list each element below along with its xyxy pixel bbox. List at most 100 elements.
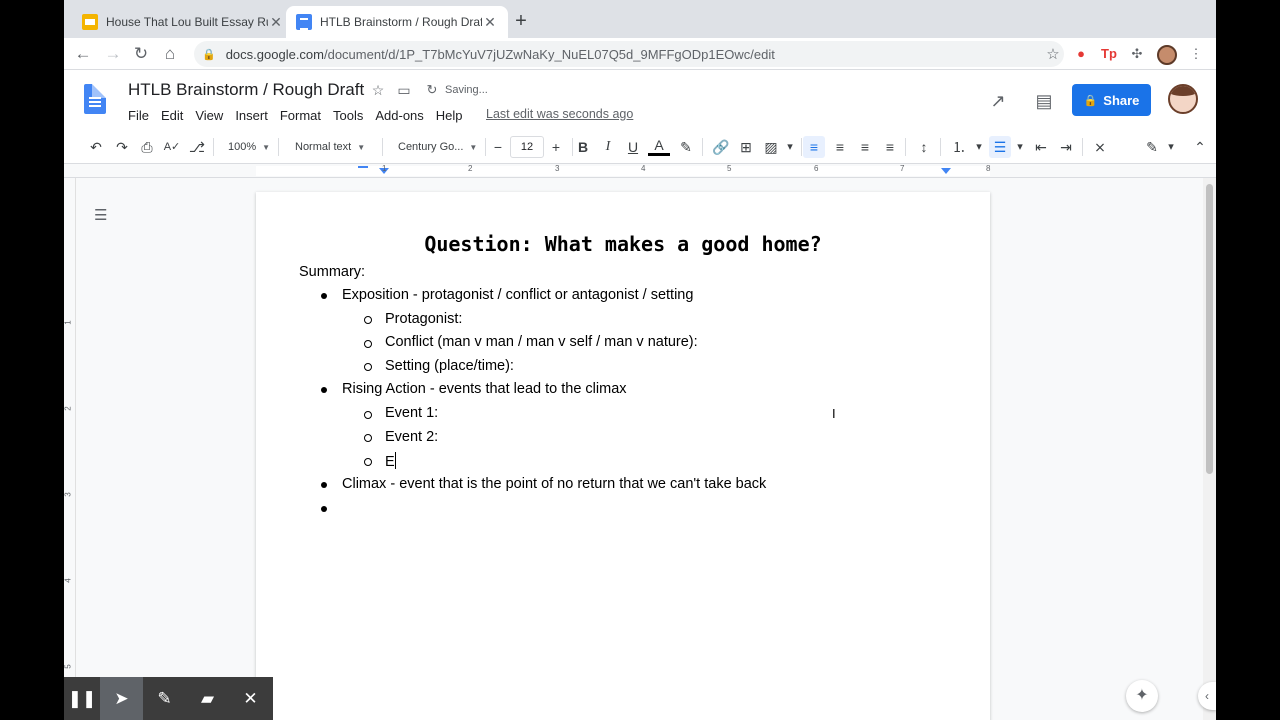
justify-icon[interactable]: ≡ <box>879 136 901 158</box>
style-select[interactable]: Normal text ▼ <box>295 136 365 158</box>
lock-icon: 🔒 <box>1083 94 1098 107</box>
explore-icon[interactable]: ✦ <box>1126 680 1158 712</box>
right-indent-marker[interactable] <box>941 168 951 174</box>
align-right-icon[interactable]: ≡ <box>854 136 876 158</box>
back-icon[interactable]: ← <box>72 43 94 65</box>
print-icon[interactable]: ⎙ <box>136 136 158 158</box>
menu-tools[interactable]: Tools <box>327 106 369 125</box>
document-page[interactable]: Question: What makes a good home? Summar… <box>256 192 990 720</box>
menu-view[interactable]: View <box>189 106 229 125</box>
extension-tp-icon[interactable]: Tp <box>1100 45 1118 63</box>
list-item-event-3[interactable]: E <box>385 452 397 470</box>
underline-icon[interactable]: U <box>622 136 644 158</box>
ruler-number: 2 <box>64 406 73 411</box>
lock-icon: 🔒 <box>202 48 216 61</box>
bullet-circle <box>364 434 372 442</box>
document-heading[interactable]: Question: What makes a good home? <box>256 232 990 256</box>
chevron-down-icon[interactable]: ▾ <box>779 136 801 158</box>
avatar[interactable] <box>1157 45 1177 65</box>
redo-icon[interactable]: ↷ <box>111 136 133 158</box>
chevron-down-icon[interactable]: ▾ <box>1009 136 1031 158</box>
pointer-icon[interactable]: ➤ <box>100 677 143 720</box>
address-bar[interactable]: 🔒 docs.google.com/document/d/1P_T7bMcYuV… <box>194 41 1064 67</box>
move-folder-icon[interactable]: ▭ <box>395 82 413 99</box>
collapse-menus-icon[interactable]: ⌃ <box>1189 136 1211 158</box>
line-spacing-icon[interactable]: ↕ <box>913 136 935 158</box>
tab-house-that-lou-built[interactable]: House That Lou Built Essay Ru ✕ <box>72 6 294 38</box>
document-outline-icon[interactable]: ☰ <box>94 206 112 224</box>
close-icon[interactable]: ✕ <box>229 677 272 720</box>
reload-icon[interactable]: ↻ <box>130 43 152 65</box>
extension-icon[interactable]: ● <box>1072 45 1090 63</box>
text-color-icon[interactable]: A <box>648 136 670 156</box>
document-title[interactable]: HTLB Brainstorm / Rough Draft <box>128 80 364 100</box>
list-item-event-2[interactable]: Event 2: <box>385 429 438 445</box>
new-tab-icon[interactable]: + <box>511 10 531 32</box>
star-icon[interactable]: ☆ <box>369 82 387 99</box>
activity-trend-icon[interactable]: ↗ <box>987 90 1009 112</box>
menu-edit[interactable]: Edit <box>155 106 189 125</box>
zoom-select[interactable]: 100% ▼ <box>228 136 270 158</box>
last-edit-link[interactable]: Last edit was seconds ago <box>486 107 633 121</box>
close-icon[interactable]: ✕ <box>268 14 284 31</box>
list-item-climax[interactable]: Climax - event that is the point of no r… <box>342 476 766 492</box>
list-item-event-1[interactable]: Event 1: <box>385 405 438 421</box>
numbered-list-icon[interactable]: ⒈ <box>948 136 970 158</box>
close-icon[interactable]: ✕ <box>482 14 498 31</box>
undo-icon[interactable]: ↶ <box>85 136 107 158</box>
bullet-circle <box>364 363 372 371</box>
italic-icon[interactable]: I <box>597 136 619 158</box>
menu-add-ons[interactable]: Add-ons <box>369 106 429 125</box>
share-button[interactable]: 🔒 Share <box>1072 84 1151 116</box>
pause-icon[interactable]: ❚❚ <box>64 677 100 720</box>
spellcheck-icon[interactable]: A✓ <box>161 136 183 158</box>
vertical-scrollbar[interactable] <box>1203 178 1216 720</box>
menu-insert[interactable]: Insert <box>229 106 274 125</box>
pen-icon[interactable]: ✎ <box>143 677 186 720</box>
paint-format-icon[interactable]: ⎇ <box>186 136 208 158</box>
first-line-indent-marker[interactable] <box>358 166 368 168</box>
chevron-down-icon[interactable]: ▾ <box>968 136 990 158</box>
add-comment-icon[interactable]: ⊞ <box>735 136 757 158</box>
slides-icon <box>82 14 98 30</box>
avatar[interactable] <box>1168 84 1198 114</box>
chevron-down-icon[interactable]: ▾ <box>1160 136 1182 158</box>
increase-font-size-icon[interactable]: + <box>545 136 567 158</box>
clear-formatting-icon[interactable]: ⨯ <box>1089 136 1111 158</box>
bold-icon[interactable]: B <box>572 136 594 158</box>
align-center-icon[interactable]: ≡ <box>829 136 851 158</box>
annotation-toolbar: ❚❚ ➤ ✎ ▰ ✕ <box>64 677 273 720</box>
menu-dots-icon[interactable]: ⋮ <box>1187 45 1205 63</box>
summary-label[interactable]: Summary: <box>299 264 365 280</box>
decrease-indent-icon[interactable]: ⇤ <box>1030 136 1052 158</box>
list-item-conflict[interactable]: Conflict (man v man / man v self / man v… <box>385 334 698 350</box>
list-item-setting[interactable]: Setting (place/time): <box>385 358 514 374</box>
font-size-input[interactable]: 12 <box>510 136 544 158</box>
menu-format[interactable]: Format <box>274 106 327 125</box>
font-select[interactable]: Century Go... ▼ <box>398 136 477 158</box>
menu-help[interactable]: Help <box>430 106 469 125</box>
bullet-dot <box>321 506 327 512</box>
home-icon[interactable]: ⌂ <box>159 43 181 65</box>
highlighter-icon[interactable]: ▰ <box>186 677 229 720</box>
list-item-rising-action[interactable]: Rising Action - events that lead to the … <box>342 381 627 397</box>
highlight-icon[interactable]: ✎ <box>675 136 697 158</box>
align-left-icon[interactable]: ≡ <box>803 136 825 158</box>
ruler-number: 8 <box>986 164 991 173</box>
tab-htlb-brainstorm[interactable]: HTLB Brainstorm / Rough Draft ✕ <box>286 6 508 38</box>
side-panel-toggle-icon[interactable]: ‹ <box>1198 682 1216 710</box>
bullet-circle <box>364 340 372 348</box>
bulleted-list-icon[interactable]: ☰ <box>989 136 1011 158</box>
list-item-protagonist[interactable]: Protagonist: <box>385 311 462 327</box>
list-item-exposition[interactable]: Exposition - protagonist / conflict or a… <box>342 287 693 303</box>
menu-file[interactable]: File <box>122 106 155 125</box>
puzzle-icon[interactable]: ✣ <box>1128 45 1146 63</box>
decrease-font-size-icon[interactable]: − <box>487 136 509 158</box>
bookmark-star-icon[interactable]: ☆ <box>1042 45 1064 63</box>
comment-icon[interactable]: ▤ <box>1033 90 1055 112</box>
increase-indent-icon[interactable]: ⇥ <box>1055 136 1077 158</box>
chevron-down-icon: ▼ <box>469 143 478 152</box>
docs-logo-icon[interactable] <box>84 84 106 114</box>
forward-icon[interactable]: → <box>102 43 124 65</box>
link-icon[interactable]: 🔗 <box>710 136 732 158</box>
